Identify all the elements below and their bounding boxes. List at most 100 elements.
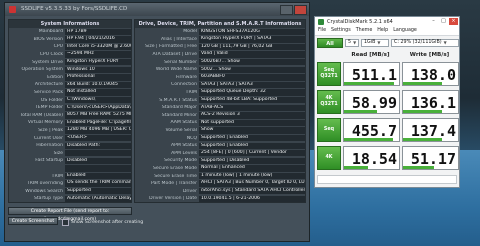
ssdlife-title: SSDLIFE v5.3.5.33 by Fors/SSDLIFE.CD <box>21 6 128 12</box>
info-value: 254 [8FE] | 0 [600] | Current | Vendor <box>199 150 305 157</box>
info-row: Secure Erase Mode Normal | Enhanced <box>135 165 305 173</box>
size-select[interactable]: 1GiB ▼ <box>361 38 389 47</box>
info-key: CPU Clock <box>39 52 63 58</box>
benchmark-row: 4K Q32T1 58.99 136.1 <box>315 89 459 115</box>
info-key: Volume Serial <box>165 128 197 134</box>
info-value: Kingston HyperX FURY <box>65 58 131 66</box>
info-key: TRIM <box>51 173 63 179</box>
test-button[interactable]: 4K Q32T1 <box>317 90 341 114</box>
info-row: Connection SATA3 | SATA3 | SATA3 <box>135 81 305 89</box>
info-row: Mainboard HP 17B9 <box>9 28 131 36</box>
info-key: Standard Major <box>161 105 197 111</box>
maximize-icon[interactable]: □ <box>439 18 448 25</box>
info-value: 8057 MB Free RAM: 5275 MB <box>65 112 131 119</box>
info-value: C:\Users\<USER>\AppData\Local\Temp\ <box>65 104 131 111</box>
cdm-title: CrystalDiskMark 5.2.1 x64 <box>327 19 393 25</box>
ssdlife-window: SSDLIFE v5.3.5.33 by Fors/SSDLIFE.CD Sys… <box>4 2 310 242</box>
system-info-header: System Informations <box>9 20 131 28</box>
show-screenshot-checkbox[interactable]: Show Screenshot after creating <box>62 219 143 226</box>
write-value: 138.0 <box>410 66 456 84</box>
size-value: 1GiB <box>364 39 376 45</box>
info-value: 1 minute (low) | 1 minute (low) <box>199 172 305 180</box>
info-value: AHCI | SATA3 | Bus Number 0, Target ID 0… <box>199 180 305 187</box>
info-key: Secure Erase Mode <box>152 165 197 171</box>
info-row: Architecture x64 Build: 10.0.19045 <box>9 81 131 89</box>
create-report-button[interactable]: Create Report File (send report to: fres… <box>8 207 132 222</box>
test-button[interactable]: Seq Q32T1 <box>317 62 341 86</box>
read-result: 18.54 <box>343 146 400 170</box>
close-icon[interactable]: × <box>449 18 458 25</box>
info-key: World Wide Name <box>155 67 197 73</box>
write-result: 51.17 <box>402 146 459 170</box>
results-rows: Seq Q32T1 511.1 138.0 4K Q32T1 58.99 136.1 Seq 45… <box>315 61 459 171</box>
minimize-icon[interactable]: – <box>429 18 438 25</box>
cdm-menubar: File Settings Theme Help Language <box>315 27 459 36</box>
info-value: Supported 48-bit LBA: Supported <box>199 96 305 104</box>
menu-settings[interactable]: Settings <box>331 27 351 35</box>
info-value: Supported Queue Depth: 32 <box>199 89 305 96</box>
app-icon <box>9 6 16 13</box>
info-row: Virtual Memory Enabled PageFile: C:\pagef… <box>9 119 131 127</box>
info-key: ATA Dataset | Drive <box>152 52 197 58</box>
read-result: 455.7 <box>343 118 400 142</box>
minimize-button[interactable] <box>280 5 293 15</box>
info-value: <USER> <box>65 134 131 142</box>
info-value: C:\Windows\ <box>65 96 131 104</box>
close-button[interactable] <box>294 5 307 15</box>
info-key: Current User <box>33 135 63 141</box>
info-value: Enabled <box>65 172 131 180</box>
info-key: Alias | Interface <box>161 36 197 42</box>
crystaldiskmark-window: CrystalDiskMark 5.2.1 x64 – □ × File Set… <box>314 16 460 188</box>
results-header: Read [MB/s] Write [MB/s] <box>315 50 459 59</box>
test-button[interactable]: Seq <box>317 118 341 142</box>
info-row: Windows Search Supported <box>9 187 131 195</box>
info-key: Serial Number <box>164 59 197 65</box>
cdm-titlebar[interactable]: CrystalDiskMark 5.2.1 x64 – □ × <box>315 17 459 27</box>
menu-file[interactable]: File <box>318 27 326 35</box>
drive-info-panel: Drive, Device, TRIM, Partition and S.M.A… <box>134 19 306 203</box>
info-value: Disabled Path: <box>65 142 131 149</box>
run-all-button[interactable]: All <box>317 37 343 48</box>
info-value: Windows 10 <box>65 66 131 73</box>
cdm-window-controls: – □ × <box>429 18 458 25</box>
info-row: Secure Erase Time 1 minute (low) | 1 minu… <box>135 172 305 180</box>
info-key: S.M.A.R.T Status <box>159 97 197 103</box>
ssdlife-titlebar[interactable]: SSDLIFE v5.3.5.33 by Fors/SSDLIFE.CD <box>5 3 309 16</box>
drive-select[interactable]: C: 29% (32/111GiB) ▼ <box>391 38 459 47</box>
write-result: 138.0 <box>402 62 459 86</box>
info-value <box>65 150 131 157</box>
info-row: TRIM Supported Queue Depth: 32 <box>135 89 305 97</box>
info-row: TEMP FolderC:\Users\<USER>\AppData\Local… <box>9 104 131 112</box>
info-row: OS Folder C:\Windows\ <box>9 96 131 104</box>
ssdlife-footer: Create Report File (send report to: fres… <box>8 205 306 238</box>
info-key: Total RAM (Usable) <box>20 112 63 118</box>
info-row: Size <box>9 150 131 158</box>
info-row: Firmware 603ABBF0 <box>135 74 305 82</box>
benchmark-row: Seq Q32T1 511.1 138.0 <box>315 61 459 87</box>
menu-language[interactable]: Language <box>393 27 417 35</box>
info-key: Operation System <box>21 67 63 73</box>
info-row: Standard Major ATA8-ACS <box>135 104 305 112</box>
info-value: Automatic (Automatic Delayed) <box>65 195 131 202</box>
info-key: Virtual Memory <box>27 120 63 126</box>
create-screenshot-button[interactable]: Create Screenshot <box>8 217 58 225</box>
info-key: Part Mode | Transfer <box>151 181 197 187</box>
menu-theme[interactable]: Theme <box>356 27 373 35</box>
info-row: NCQ Supported | Enabled <box>135 134 305 142</box>
info-row: APM Status Supported | Enabled <box>135 142 305 150</box>
checkbox-icon <box>62 219 69 226</box>
menu-help[interactable]: Help <box>377 27 388 35</box>
info-value: OS sends the TRIM command <box>65 180 131 187</box>
write-value: 136.1 <box>410 94 456 112</box>
test-button[interactable]: 4K <box>317 146 341 170</box>
info-value: HP 17B9 <box>65 28 131 35</box>
info-key: Edition <box>47 74 63 80</box>
info-row: Driver iStorAhci.sys | Standard SATA AHCI… <box>135 187 305 195</box>
info-value: Valid | Valid <box>199 51 305 58</box>
read-value: 58.99 <box>351 94 397 112</box>
info-row: Size | Formatted | Free 120 GB | 111,79 G… <box>135 43 305 51</box>
info-row: Operation System Windows 10 <box>9 66 131 74</box>
read-column-header: Read [MB/s] <box>351 51 390 58</box>
info-value: 50026B7... Show <box>199 58 305 66</box>
count-select[interactable]: 5 ▼ <box>345 38 359 47</box>
